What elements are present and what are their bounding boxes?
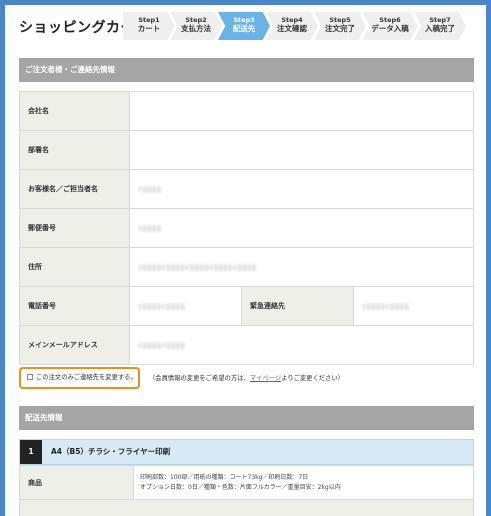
blurred-text: ｲﾛﾛﾛﾛ	[138, 184, 162, 194]
phone-label: 電話番号	[19, 286, 130, 326]
emergency-contact-label: 緊急連絡先	[241, 286, 354, 326]
step-6: Step6 データ入稿	[362, 12, 418, 40]
cart-header: ショッピングカート Step1 カート Step2 支払方法 Step3 配送先…	[5, 5, 486, 45]
blurred-text: ｲﾛﾛﾛﾛｲﾛﾛﾛﾛ	[138, 340, 186, 350]
blurred-text: ｲﾛﾛﾛﾛｲﾛﾛﾛﾛ	[138, 301, 186, 311]
emergency-contact-value: ｲﾛﾛﾛﾛｲﾛﾛﾛﾛ	[353, 286, 474, 326]
change-contact-checkbox-highlight[interactable]: この注文のみご連絡先を変更する。	[19, 367, 140, 389]
product-detail-line-2: オプション日数：0日／種類・色数：片面フルカラー／重量目安：2kg以内	[140, 483, 341, 491]
step-3-label: 配送先	[232, 24, 256, 34]
table-row: 商品 印刷部数：100部／用紙の種類：コート73kg／印刷日数：7日 オプション…	[19, 465, 474, 500]
product-number: 1	[20, 440, 42, 464]
mypage-link[interactable]: マイページ	[250, 375, 281, 382]
step-6-num: Step6	[379, 16, 401, 24]
change-contact-note: （会員情報の変更をご希望の方は、マイページよりご変更ください）	[149, 373, 344, 382]
step-1-num: Step1	[138, 16, 160, 24]
product-table: 商品 印刷部数：100部／用紙の種類：コート73kg／印刷日数：7日 オプション…	[19, 465, 474, 500]
step-7: Step7 入稿完了	[414, 12, 466, 40]
company-value[interactable]	[129, 91, 474, 131]
step-1-label: カート	[137, 24, 161, 34]
address-value: ｲﾛﾛﾛﾛｲﾛﾛﾛﾛｲﾛﾛﾛﾛｲﾛﾛﾛﾛｲﾛﾛﾛﾛ	[129, 247, 474, 287]
step-7-label: 入稿完了	[425, 24, 455, 34]
customer-section-header: ご注文者様・ご連絡先情報	[19, 58, 474, 82]
table-row: 住所 ｲﾛﾛﾛﾛｲﾛﾛﾛﾛｲﾛﾛﾛﾛｲﾛﾛﾛﾛｲﾛﾛﾛﾛ	[19, 247, 474, 287]
product-detail-line-1: 印刷部数：100部／用紙の種類：コート73kg／印刷日数：7日	[140, 473, 309, 481]
company-label: 会社名	[19, 91, 130, 131]
step-1: Step1 カート	[123, 12, 175, 40]
step-4-num: Step4	[281, 16, 303, 24]
product-label: 商品	[19, 465, 134, 500]
table-row: 電話番号 ｲﾛﾛﾛﾛｲﾛﾛﾛﾛ 緊急連絡先 ｲﾛﾛﾛﾛｲﾛﾛﾛﾛ	[19, 286, 474, 326]
customer-info-table: 会社名 部署名 お客様名／ご担当者名 ｲﾛﾛﾛﾛ 郵便番号 ｲﾛﾛﾛﾛ 住所 ｲ…	[19, 91, 474, 365]
step-2: Step2 支払方法	[170, 12, 222, 40]
checkbox-icon[interactable]	[27, 374, 33, 380]
table-row: 会社名	[19, 91, 474, 131]
step-5: Step5 注文完了	[314, 12, 366, 40]
table-row: 部署名	[19, 130, 474, 170]
customer-name-label: お客様名／ご担当者名	[19, 169, 130, 209]
postal-code-label: 郵便番号	[19, 208, 130, 248]
step-3-current: Step3 配送先	[218, 12, 270, 40]
blurred-text: ｲﾛﾛﾛﾛ	[138, 223, 162, 233]
phone-value: ｲﾛﾛﾛﾛｲﾛﾛﾛﾛ	[129, 286, 242, 326]
cart-page: ショッピングカート Step1 カート Step2 支払方法 Step3 配送先…	[5, 5, 486, 516]
note-text-before: （会員情報の変更をご希望の方は、	[149, 375, 250, 382]
step-5-num: Step5	[329, 16, 351, 24]
product-details: 印刷部数：100部／用紙の種類：コート73kg／印刷日数：7日 オプション日数：…	[133, 465, 474, 500]
step-6-label: データ入稿	[371, 24, 409, 34]
customer-name-value: ｲﾛﾛﾛﾛ	[129, 169, 474, 209]
table-row: 郵便番号 ｲﾛﾛﾛﾛ	[19, 208, 474, 248]
department-label: 部署名	[19, 130, 130, 170]
note-text-after: よりご変更ください）	[281, 375, 344, 382]
table-row: メインメールアドレス ｲﾛﾛﾛﾛｲﾛﾛﾛﾛ	[19, 325, 474, 365]
department-value[interactable]	[129, 130, 474, 170]
product-header: 1 A4（B5）チラシ・フライヤー印刷	[19, 439, 474, 465]
step-4: Step4 注文確認	[266, 12, 318, 40]
blurred-text: ｲﾛﾛﾛﾛｲﾛﾛﾛﾛｲﾛﾛﾛﾛｲﾛﾛﾛﾛｲﾛﾛﾛﾛ	[138, 262, 257, 272]
product-title: A4（B5）チラシ・フライヤー印刷	[51, 447, 171, 456]
email-value: ｲﾛﾛﾛﾛｲﾛﾛﾛﾛ	[129, 325, 474, 365]
change-contact-checkbox-label[interactable]: この注文のみご連絡先を変更する。	[36, 374, 137, 381]
step-5-label: 注文完了	[325, 24, 355, 34]
email-label: メインメールアドレス	[19, 325, 130, 365]
address-label: 住所	[19, 247, 130, 287]
step-4-label: 注文確認	[277, 24, 307, 34]
shipping-section-header: 配送先情報	[19, 406, 474, 430]
blurred-text: ｲﾛﾛﾛﾛｲﾛﾛﾛﾛ	[362, 301, 410, 311]
table-row: お客様名／ご担当者名 ｲﾛﾛﾛﾛ	[19, 169, 474, 209]
step-2-label: 支払方法	[181, 24, 211, 34]
step-3-num: Step3	[233, 16, 255, 24]
change-contact-row: この注文のみご連絡先を変更する。 （会員情報の変更をご希望の方は、マイページより…	[19, 367, 474, 391]
next-row-partial	[19, 500, 474, 516]
postal-code-value: ｲﾛﾛﾛﾛ	[129, 208, 474, 248]
step-2-num: Step2	[185, 16, 207, 24]
step-progress: Step1 カート Step2 支払方法 Step3 配送先 Step4 注文確…	[123, 12, 483, 40]
step-7-num: Step7	[429, 16, 451, 24]
main-content: ご注文者様・ご連絡先情報 会社名 部署名 お客様名／ご担当者名 ｲﾛﾛﾛﾛ 郵便…	[19, 58, 474, 516]
